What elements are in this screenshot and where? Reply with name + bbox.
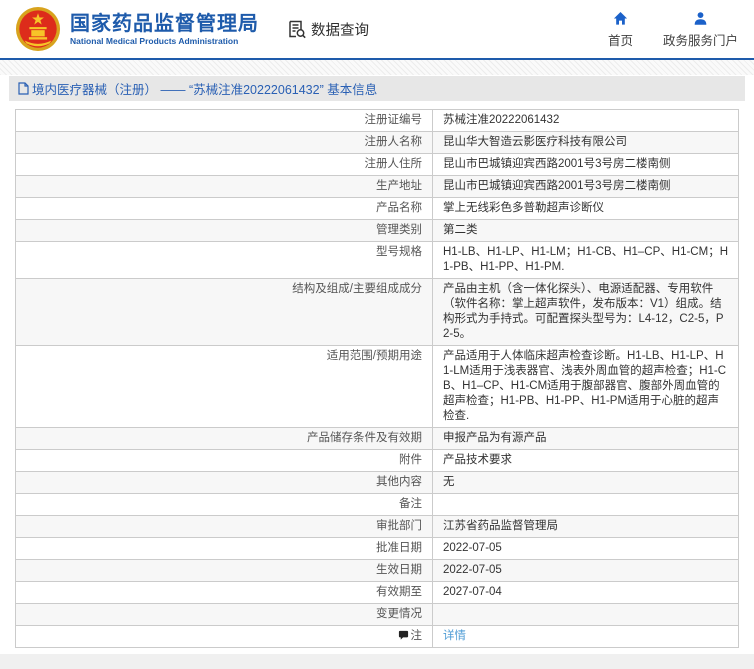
breadcrumb: 境内医疗器械（注册） —— “苏械注准20222061432” 基本信息: [9, 76, 745, 101]
site-header: 国家药品监督管理局 National Medical Products Admi…: [0, 0, 754, 60]
row-label: 其他内容: [376, 476, 422, 488]
top-nav: 首页 政务服务门户: [608, 9, 738, 49]
table-row: 注册人住所 昆山市巴城镇迎宾西路2001号3号房二楼南侧: [16, 154, 738, 176]
row-value: [433, 494, 738, 515]
table-row: 产品储存条件及有效期 申报产品为有源产品: [16, 428, 738, 450]
row-value: 产品由主机（含一体化探头）、电源适配器、专用软件（软件名称：掌上超声软件，发布版…: [443, 283, 724, 340]
row-value: 江苏省药品监督管理局: [443, 520, 558, 532]
row-label: 变更情况: [376, 608, 422, 620]
row-value: 昆山市巴城镇迎宾西路2001号3号房二楼南侧: [443, 158, 671, 170]
row-value: 2022-07-05: [443, 542, 502, 554]
table-row-note: 注 详情: [16, 626, 738, 648]
row-label: 生效日期: [376, 564, 422, 576]
table-row: 有效期至 2027-07-04: [16, 582, 738, 604]
row-label: 附件: [399, 454, 422, 466]
row-value: 昆山华大智造云影医疗科技有限公司: [443, 136, 627, 148]
row-value: 产品适用于人体临床超声检查诊断。H1-LB、H1-LP、H1-LM适用于浅表器官…: [443, 350, 727, 422]
registration-info-table: 注册证编号 苏械注准20222061432 注册人名称 昆山华大智造云影医疗科技有限…: [15, 109, 739, 648]
table-row: 管理类别 第二类: [16, 220, 738, 242]
breadcrumb-text: 境内医疗器械（注册） —— “苏械注准20222061432” 基本信息: [32, 83, 378, 97]
row-label: 型号规格: [376, 246, 422, 258]
table-row: 备注: [16, 494, 738, 516]
row-label: 管理类别: [376, 224, 422, 236]
row-label: 审批部门: [376, 520, 422, 532]
table-row: 变更情况: [16, 604, 738, 626]
row-value: 第二类: [443, 224, 478, 236]
row-label: 结构及组成/主要组成成分: [292, 283, 422, 295]
data-query-button[interactable]: 数据查询: [287, 19, 369, 40]
row-value: 2022-07-05: [443, 564, 502, 576]
table-row: 产品名称 掌上无线彩色多普勒超声诊断仪: [16, 198, 738, 220]
nav-item-portal[interactable]: 政务服务门户: [663, 9, 738, 49]
footer-band: [0, 654, 754, 669]
china-national-emblem-icon: [15, 6, 61, 52]
table-row: 注册人名称 昆山华大智造云影医疗科技有限公司: [16, 132, 738, 154]
row-value: 昆山市巴城镇迎宾西路2001号3号房二楼南侧: [443, 180, 671, 192]
row-label: 注: [410, 630, 423, 642]
row-value: 无: [443, 476, 455, 488]
row-label: 生产地址: [376, 180, 422, 192]
comment-icon: [398, 630, 409, 641]
table-row: 生效日期 2022-07-05: [16, 560, 738, 582]
row-label: 注册人名称: [364, 136, 423, 148]
row-value: 2027-07-04: [443, 586, 502, 598]
nav-item-home[interactable]: 首页: [608, 9, 633, 49]
site-title: 国家药品监督管理局: [70, 12, 259, 35]
table-row: 生产地址 昆山市巴城镇迎宾西路2001号3号房二楼南侧: [16, 176, 738, 198]
document-icon: [18, 82, 29, 95]
row-label: 产品储存条件及有效期: [307, 432, 422, 444]
nav-label-portal: 政务服务门户: [662, 34, 738, 48]
row-label: 产品名称: [376, 202, 422, 214]
document-search-icon: [289, 20, 306, 39]
hatched-divider: [0, 60, 754, 75]
row-value: 掌上无线彩色多普勒超声诊断仪: [443, 202, 604, 214]
row-value: [433, 604, 738, 625]
row-value: 苏械注准20222061432: [443, 114, 560, 126]
data-query-label: 数据查询: [311, 22, 369, 39]
table-row: 批准日期 2022-07-05: [16, 538, 738, 560]
person-icon: [694, 12, 707, 25]
row-label: 注册人住所: [364, 158, 423, 170]
row-label: 备注: [399, 498, 422, 510]
row-value: H1-LB、H1-LP、H1-LM；H1-CB、H1–CP、H1-CM；H1-P…: [443, 246, 728, 273]
nav-label-home: 首页: [607, 34, 633, 48]
row-label: 注册证编号: [364, 114, 423, 126]
row-value: 申报产品为有源产品: [443, 432, 547, 444]
table-row: 其他内容 无: [16, 472, 738, 494]
site-subtitle: National Medical Products Administration: [70, 35, 239, 46]
home-icon: [613, 11, 628, 25]
row-label: 适用范围/预期用途: [326, 350, 422, 362]
row-label: 批准日期: [376, 542, 422, 554]
details-link[interactable]: 详情: [443, 630, 466, 642]
table-row: 附件 产品技术要求: [16, 450, 738, 472]
row-label: 有效期至: [376, 586, 422, 598]
table-row: 型号规格 H1-LB、H1-LP、H1-LM；H1-CB、H1–CP、H1-CM；…: [16, 242, 738, 279]
table-row: 结构及组成/主要组成成分 产品由主机（含一体化探头）、电源适配器、专用软件（软件名…: [16, 279, 738, 346]
brand-block: 国家药品监督管理局 National Medical Products Admi…: [70, 13, 259, 46]
row-value: 产品技术要求: [443, 454, 512, 466]
table-row: 适用范围/预期用途 产品适用于人体临床超声检查诊断。H1-LB、H1-LP、H1-…: [16, 346, 738, 428]
table-row: 注册证编号 苏械注准20222061432: [16, 110, 738, 132]
table-row: 审批部门 江苏省药品监督管理局: [16, 516, 738, 538]
